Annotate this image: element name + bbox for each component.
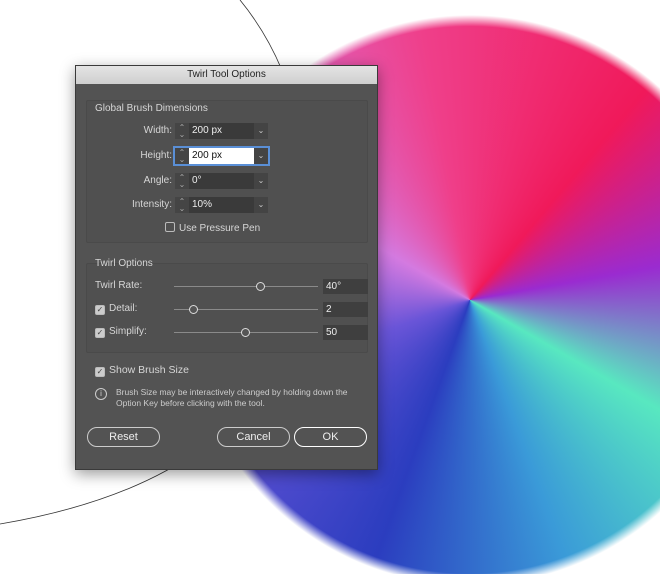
chevron-down-icon[interactable]: ⌄ [254, 197, 268, 213]
twirl-heading: Twirl Options [95, 258, 153, 269]
stepper-icon[interactable]: ⌃ ⌄ [175, 173, 189, 189]
width-input[interactable]: 200 px [189, 123, 254, 139]
height-field[interactable]: ⌃ ⌄ 200 px ⌄ [173, 146, 270, 166]
angle-label: Angle: [143, 175, 172, 186]
slider-thumb[interactable] [256, 282, 266, 291]
checkmark-icon[interactable]: ✓ [95, 328, 105, 338]
height-label: Height: [140, 150, 172, 161]
checkmark-icon[interactable]: ✓ [95, 367, 105, 377]
slider-thumb[interactable] [240, 328, 250, 337]
intensity-field[interactable]: ⌃ ⌄ 10% ⌄ [175, 197, 268, 213]
pressure-label: Use Pressure Pen [179, 223, 261, 234]
detail-input[interactable]: 2 [323, 302, 368, 317]
simplify-checkbox[interactable]: ✓ Simplify: [95, 326, 147, 338]
ok-button[interactable]: OK [294, 427, 367, 447]
stepper-icon[interactable]: ⌃ ⌄ [175, 197, 189, 213]
chevron-down-icon[interactable]: ⌄ [254, 123, 268, 139]
show-brush-size-checkbox[interactable]: ✓ Show Brush Size [95, 364, 189, 377]
checkmark-icon[interactable]: ✓ [95, 305, 105, 315]
stepper-icon[interactable]: ⌃ ⌄ [175, 123, 189, 139]
simplify-label: Simplify: [109, 326, 147, 337]
chevron-down-icon[interactable]: ⌄ [254, 148, 268, 164]
info-text: Brush Size may be interactively changed … [116, 387, 348, 408]
intensity-label: Intensity: [131, 199, 172, 210]
angle-field[interactable]: ⌃ ⌄ 0° ⌄ [175, 173, 268, 189]
global-heading: Global Brush Dimensions [95, 103, 208, 114]
detail-label: Detail: [109, 303, 138, 314]
info-icon: i [95, 388, 107, 400]
twirl-rate-label: Twirl Rate: [95, 280, 143, 291]
intensity-input[interactable]: 10% [189, 197, 254, 213]
slider-thumb[interactable] [188, 305, 198, 314]
width-label: Width: [143, 125, 172, 136]
reset-button[interactable]: Reset [87, 427, 160, 447]
width-field[interactable]: ⌃ ⌄ 200 px ⌄ [175, 123, 268, 139]
global-brush-group: Global Brush Dimensions Width: ⌃ ⌄ 200 px ⌄… [86, 100, 368, 243]
twirl-tool-options-dialog: Twirl Tool Options Global Brush Dimensio… [75, 65, 378, 470]
twirl-options-group: Twirl Options Twirl Rate: 40° ✓ Detail: 2… [86, 258, 368, 353]
simplify-input[interactable]: 50 [323, 325, 368, 340]
simplify-slider[interactable] [174, 328, 318, 337]
twirl-rate-input[interactable]: 40° [323, 279, 368, 294]
detail-checkbox[interactable]: ✓ Detail: [95, 303, 137, 315]
cancel-button[interactable]: Cancel [217, 427, 290, 447]
detail-slider[interactable] [174, 305, 318, 314]
height-input[interactable]: 200 px [189, 148, 254, 164]
stepper-icon[interactable]: ⌃ ⌄ [175, 148, 189, 164]
angle-input[interactable]: 0° [189, 173, 254, 189]
twirl-rate-slider[interactable] [174, 282, 318, 291]
checkbox-icon[interactable] [165, 222, 175, 232]
show-brush-size-label: Show Brush Size [109, 364, 189, 376]
dialog-title: Twirl Tool Options [76, 66, 377, 84]
use-pressure-pen-checkbox[interactable]: Use Pressure Pen [165, 222, 260, 234]
chevron-down-icon[interactable]: ⌄ [254, 173, 268, 189]
